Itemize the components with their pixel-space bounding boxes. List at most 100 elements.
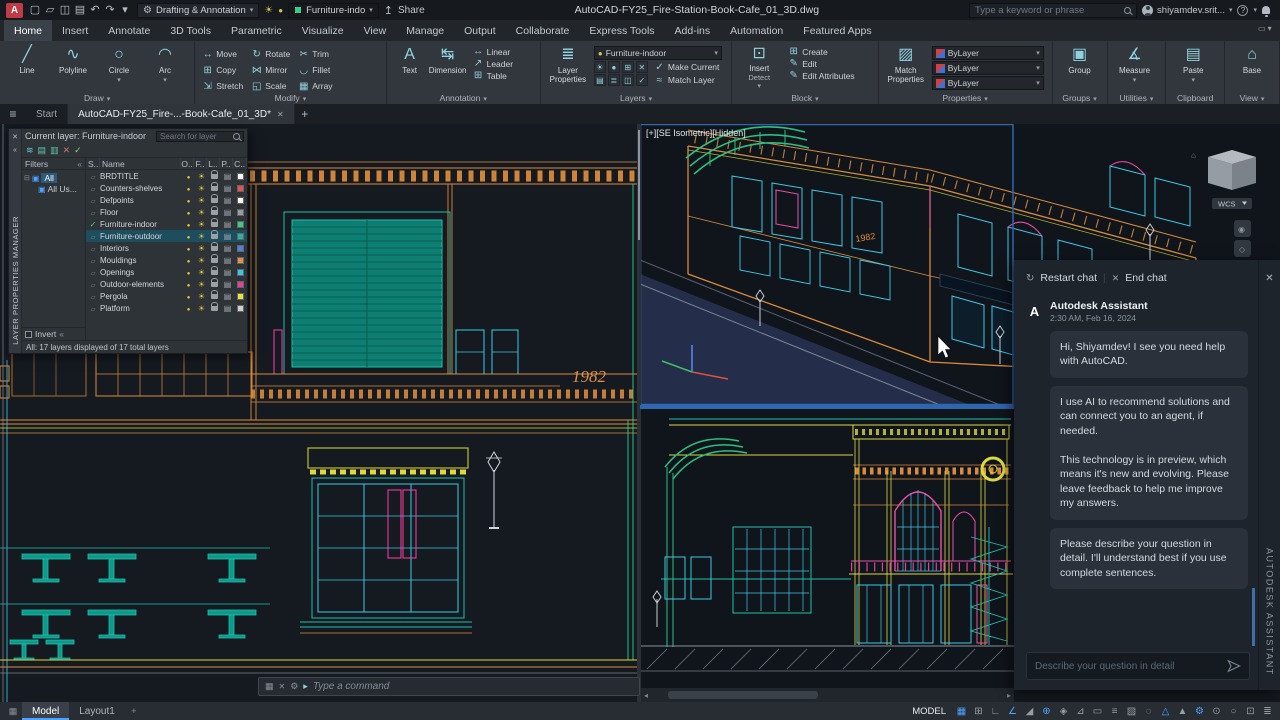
panel-title[interactable]: View	[1240, 93, 1258, 103]
property-dropdown[interactable]: ByLayer ▾	[932, 46, 1044, 60]
auto-hide-icon[interactable]	[13, 144, 17, 154]
plot-icon[interactable]: ▤	[73, 3, 87, 18]
annotation-visibility-icon[interactable]: △	[1157, 704, 1174, 719]
layer-row[interactable]: Defpoints	[86, 194, 247, 206]
layer-dropdown[interactable]: ● Furniture-indoor ▾	[594, 46, 722, 60]
workspace-selector[interactable]: Drafting & Annotation ▾	[137, 3, 259, 18]
layer-plot-icon[interactable]	[224, 291, 232, 301]
layer-color-swatch[interactable]	[237, 293, 244, 300]
panel-title[interactable]: Modify	[275, 93, 300, 103]
ribbon-button[interactable]: ↻ Rotate	[248, 46, 293, 62]
panel-title[interactable]: Draw	[84, 93, 104, 103]
ribbon-button[interactable]: ⋈ Mirror	[248, 62, 293, 78]
layer-freeze-icon[interactable]	[198, 219, 205, 229]
match-layer-button[interactable]: ≈ Match Layer	[651, 75, 718, 86]
viewport-controls-label[interactable]: [+][SE Isometric][Hidden]	[646, 128, 746, 138]
layer-on-icon[interactable]	[187, 279, 191, 289]
layer-row[interactable]: BRDTITLE	[86, 170, 247, 182]
layer-lock-icon[interactable]	[211, 306, 218, 311]
selection-cycling-icon[interactable]: ◌	[1140, 704, 1157, 719]
layer-filter-icon[interactable]: ≋	[26, 145, 34, 156]
ribbon-button[interactable]: ✎ Edit Attributes	[785, 70, 857, 81]
layer-freeze-icon[interactable]	[198, 243, 205, 253]
ribbon-button[interactable]: ⊞ Copy	[199, 62, 246, 78]
dynamic-ucs-icon[interactable]: ⊿	[1072, 704, 1089, 719]
annotation-autoscale-icon[interactable]: ▲	[1174, 704, 1191, 719]
panel-title[interactable]: Layers	[620, 93, 646, 103]
ribbon-button[interactable]: ✂ Trim	[295, 46, 335, 62]
ribbon-button[interactable]: ↔ Move	[199, 46, 246, 62]
customize-icon[interactable]	[290, 681, 298, 692]
layer-color-swatch[interactable]	[237, 197, 244, 204]
layer-plot-icon[interactable]	[224, 231, 232, 241]
layer-row[interactable]: Pergola	[86, 290, 247, 302]
layer-on-icon[interactable]	[187, 303, 191, 313]
ribbon-button[interactable]: ╱ Line	[4, 44, 50, 91]
layer-color-swatch[interactable]	[237, 305, 244, 312]
layer-color-swatch[interactable]	[237, 173, 244, 180]
file-tab-menu-icon[interactable]	[0, 104, 26, 124]
layer-freeze-icon[interactable]	[198, 195, 205, 205]
ribbon-button[interactable]: ◠ Arc	[142, 44, 188, 91]
collapse-icon[interactable]	[77, 159, 82, 169]
panel-title[interactable]: Groups	[1062, 93, 1090, 103]
ribbon-tab[interactable]: Express Tools	[579, 20, 664, 41]
layer-plot-icon[interactable]	[224, 303, 232, 313]
layer-plot-icon[interactable]	[224, 171, 232, 181]
layer-search-box[interactable]	[156, 131, 244, 142]
ribbon-tab[interactable]: Automation	[720, 20, 793, 41]
object-snap-icon[interactable]: ⊕	[1038, 704, 1055, 719]
layer-freeze-icon[interactable]	[198, 279, 205, 289]
layer-lock-icon[interactable]	[211, 210, 218, 215]
layer-on-icon[interactable]	[187, 255, 191, 265]
model-space-label[interactable]: MODEL	[912, 706, 946, 717]
3d-object-snap-icon[interactable]: ◈	[1055, 704, 1072, 719]
undo-icon[interactable]: ↶	[88, 3, 102, 18]
layer-on-icon[interactable]	[187, 207, 191, 217]
save-icon[interactable]: ◫	[58, 3, 72, 18]
close-icon[interactable]	[277, 109, 284, 120]
layer-unisolate-icon[interactable]: ≣	[608, 74, 620, 86]
layer-search-input[interactable]	[160, 132, 231, 141]
new-layout-icon[interactable]: +	[125, 702, 143, 720]
viewport-splitter-horizontal[interactable]	[640, 405, 1014, 409]
ribbon-tab[interactable]: Annotate	[98, 20, 160, 41]
close-icon[interactable]	[1265, 268, 1273, 286]
layer-color-swatch[interactable]	[237, 233, 244, 240]
ribbon-button[interactable]: ◡ Fillet	[295, 62, 335, 78]
ribbon-tab[interactable]: Visualize	[292, 20, 354, 41]
layer-color-swatch[interactable]	[237, 209, 244, 216]
group-button[interactable]: ▣ Group	[1057, 44, 1103, 91]
layer-lock-icon[interactable]	[211, 234, 218, 239]
layer-freeze-icon[interactable]	[198, 291, 205, 301]
layer-plot-icon[interactable]	[224, 243, 232, 253]
panel-title[interactable]: Block	[791, 93, 812, 103]
detect-button[interactable]: Detect	[748, 74, 770, 82]
layer-lock-icon[interactable]	[211, 258, 218, 263]
chat-input-box[interactable]	[1026, 652, 1250, 680]
layer-freeze-icon[interactable]	[198, 255, 205, 265]
ribbon-button[interactable]: ↗ Leader	[470, 58, 516, 69]
transparency-icon[interactable]: ▨	[1123, 704, 1140, 719]
polar-tracking-icon[interactable]: ∠	[1004, 704, 1021, 719]
ribbon-tab[interactable]: Home	[4, 20, 52, 41]
layer-row[interactable]: Interiors	[86, 242, 247, 254]
layer-on-icon[interactable]	[187, 183, 191, 193]
bulb-icon[interactable]: ●	[278, 6, 283, 15]
layer-freeze-icon[interactable]	[198, 303, 205, 313]
snap-mode-icon[interactable]: ⊞	[970, 704, 987, 719]
ribbon-tab[interactable]: Manage	[396, 20, 454, 41]
filter-all-used[interactable]: All Us...	[24, 183, 83, 194]
layer-lock-icon[interactable]	[211, 174, 218, 179]
ribbon-button[interactable]: ∿ Polyline	[50, 44, 96, 91]
layer-plot-icon[interactable]	[224, 279, 232, 289]
layer-color-swatch[interactable]	[237, 269, 244, 276]
layer-color-swatch[interactable]	[237, 281, 244, 288]
filter-all[interactable]: ⊟ All	[24, 172, 83, 183]
search-input[interactable]	[975, 5, 1120, 16]
panel-title[interactable]: Annotation	[440, 93, 481, 103]
layer-lock-icon[interactable]	[211, 282, 218, 287]
tab-layout1[interactable]: Layout1	[69, 702, 125, 720]
ribbon-tab[interactable]: Add-ins	[665, 20, 721, 41]
layer-row[interactable]: Outdoor-elements	[86, 278, 247, 290]
